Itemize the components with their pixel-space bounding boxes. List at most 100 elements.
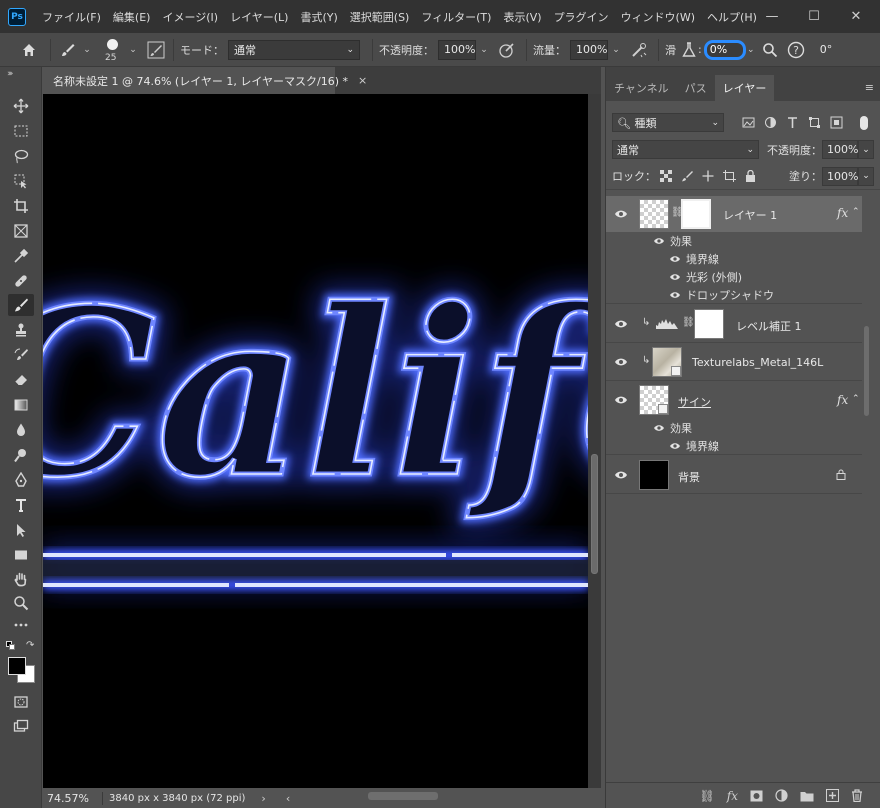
layer-row-layer-1[interactable]: ⛓ レイヤー 1 fx ⌃: [606, 196, 862, 232]
filter-type-icon[interactable]: [786, 116, 799, 129]
add-style-icon[interactable]: fx: [727, 789, 738, 803]
layer-opacity-dropdown[interactable]: ⌄: [858, 140, 874, 159]
effect-row-outer-glow[interactable]: 光彩 (外側): [606, 268, 862, 286]
tab-channels[interactable]: チャンネル: [606, 75, 677, 101]
menu-window[interactable]: ウィンドウ(W): [615, 9, 701, 25]
opacity-input[interactable]: 100%: [438, 39, 476, 60]
history-brush-tool[interactable]: [8, 344, 34, 366]
brush-settings-button[interactable]: [145, 39, 167, 61]
status-menu-arrow-icon[interactable]: ›: [261, 792, 265, 805]
foreground-color-swatch[interactable]: [8, 657, 26, 675]
fill-input[interactable]: 100%: [822, 166, 858, 186]
document-canvas[interactable]: Califor Califor Califor Califor: [43, 94, 588, 788]
flow-input[interactable]: 100%: [570, 39, 608, 60]
visibility-eye-icon[interactable]: [669, 290, 681, 300]
airbrush-button[interactable]: [626, 38, 652, 62]
lock-image-icon[interactable]: [681, 170, 693, 182]
menu-image[interactable]: イメージ(I): [156, 9, 224, 25]
visibility-eye-icon[interactable]: [669, 254, 681, 264]
path-selection-tool[interactable]: [8, 519, 34, 541]
visibility-eye-icon[interactable]: [614, 208, 628, 220]
filter-smart-object-icon[interactable]: [830, 116, 843, 129]
home-button[interactable]: [14, 37, 44, 63]
healing-brush-tool[interactable]: [8, 270, 34, 292]
default-colors-icon[interactable]: [6, 641, 16, 651]
menu-type[interactable]: 書式(Y): [294, 9, 343, 25]
blur-tool[interactable]: [8, 419, 34, 441]
more-tools-button[interactable]: [8, 614, 34, 636]
frame-tool[interactable]: [8, 220, 34, 242]
lock-position-icon[interactable]: [702, 170, 714, 182]
layer-mask-thumbnail[interactable]: [694, 309, 724, 339]
scroll-left-icon[interactable]: ‹: [286, 792, 290, 805]
visibility-eye-icon[interactable]: [653, 423, 665, 433]
smoothing-dropdown[interactable]: ⌄: [746, 40, 756, 60]
quick-mask-button[interactable]: [8, 691, 34, 713]
lock-artboard-icon[interactable]: [723, 170, 736, 182]
visibility-eye-icon[interactable]: [614, 356, 628, 368]
screen-mode-button[interactable]: [8, 715, 34, 737]
layer-row-texture[interactable]: ↳ Texturelabs_Metal_146L: [606, 343, 862, 381]
visibility-eye-icon[interactable]: [614, 394, 628, 406]
zoom-level[interactable]: 74.57%: [43, 791, 103, 805]
filter-pixel-icon[interactable]: [742, 116, 755, 129]
dodge-tool[interactable]: [8, 444, 34, 466]
visibility-eye-icon[interactable]: [669, 441, 681, 451]
fill-dropdown[interactable]: ⌄: [858, 166, 874, 186]
visibility-eye-icon[interactable]: [653, 236, 665, 246]
new-layer-icon[interactable]: [826, 789, 839, 802]
hand-tool[interactable]: [8, 568, 34, 590]
layer-mask-thumbnail[interactable]: [681, 199, 711, 229]
visibility-eye-icon[interactable]: [614, 318, 628, 330]
effect-row-stroke[interactable]: 境界線: [606, 250, 862, 268]
layers-scroll-thumb[interactable]: [864, 326, 869, 416]
minimize-button[interactable]: —: [752, 0, 792, 33]
help-button[interactable]: ?: [784, 38, 808, 62]
adjustment-layer-icon[interactable]: [775, 789, 788, 802]
crop-tool[interactable]: [8, 195, 34, 217]
mask-link-icon[interactable]: ⛓: [682, 317, 695, 328]
eraser-tool[interactable]: [8, 369, 34, 391]
brush-tool[interactable]: [8, 294, 34, 316]
tab-layers[interactable]: レイヤー: [714, 75, 775, 101]
collapse-effects-icon[interactable]: ⌃: [852, 394, 860, 404]
visibility-eye-icon[interactable]: [669, 272, 681, 282]
layer-filter-select[interactable]: 🔍︎ 種類 ⌄: [612, 113, 724, 132]
gradient-tool[interactable]: [8, 394, 34, 416]
layer-blend-mode-select[interactable]: 通常 ⌄: [612, 140, 759, 159]
lock-transparent-icon[interactable]: [660, 170, 672, 182]
vertical-scrollbar[interactable]: [588, 94, 601, 788]
pressure-opacity-button[interactable]: [494, 38, 520, 62]
maximize-button[interactable]: ☐: [794, 0, 834, 33]
collapse-effects-icon[interactable]: ⌃: [852, 207, 860, 217]
document-tab[interactable]: 名称未設定 1 @ 74.6% (レイヤー 1, レイヤーマスク/16) * ×: [43, 67, 367, 94]
effect-row-stroke[interactable]: 境界線: [606, 437, 862, 455]
lock-icon[interactable]: [836, 469, 846, 480]
menu-edit[interactable]: 編集(E): [107, 9, 157, 25]
pen-tool[interactable]: [8, 469, 34, 491]
flow-dropdown[interactable]: ⌄: [608, 40, 624, 60]
filter-shape-icon[interactable]: [808, 116, 821, 129]
layers-scrollbar[interactable]: [862, 326, 872, 526]
brush-preset-dropdown[interactable]: ⌄: [79, 40, 95, 60]
visibility-eye-icon[interactable]: [614, 469, 628, 481]
move-tool[interactable]: [8, 95, 34, 117]
horizontal-scroll-thumb[interactable]: [368, 792, 438, 800]
delete-layer-icon[interactable]: [851, 789, 863, 802]
filter-adjustment-icon[interactable]: [764, 116, 777, 129]
angle-input[interactable]: 0°: [813, 39, 850, 60]
filter-toggle[interactable]: [860, 115, 868, 130]
vertical-scroll-thumb[interactable]: [591, 454, 598, 574]
layer-row-background[interactable]: 背景: [606, 456, 862, 494]
zoom-tool[interactable]: [8, 592, 34, 614]
lock-all-icon[interactable]: [745, 170, 756, 182]
lasso-tool[interactable]: [8, 145, 34, 167]
close-window-button[interactable]: ✕: [836, 0, 876, 33]
collapse-panel-icon[interactable]: »: [7, 69, 13, 79]
brush-size-dropdown[interactable]: ⌄: [125, 40, 141, 60]
link-layers-icon[interactable]: ⛓: [700, 789, 715, 803]
add-mask-icon[interactable]: [750, 790, 763, 802]
layer-row-sign[interactable]: サイン fx ⌃: [606, 381, 862, 419]
swap-colors-icon[interactable]: ↷: [26, 640, 34, 651]
brush-preset-button[interactable]: [57, 37, 79, 63]
